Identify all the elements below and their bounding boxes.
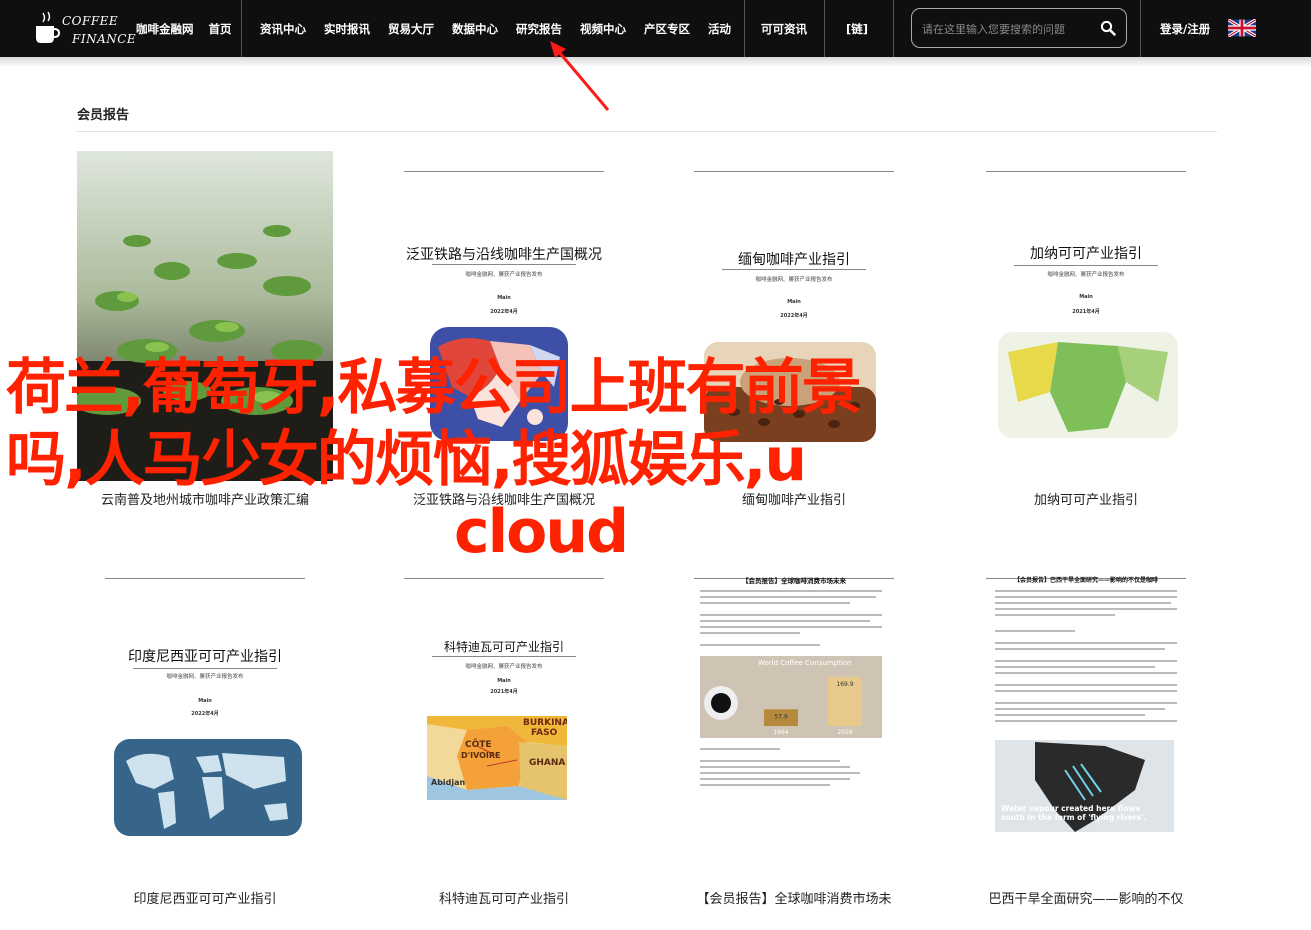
section-divider (77, 131, 1217, 132)
report-date: 2022年4月 (780, 313, 808, 319)
report-subtitle: 咖啡金融网、屡获产业报告发布 (166, 674, 244, 680)
nav-item-news[interactable]: 资讯中心 (260, 21, 306, 37)
logo-text-line2: FINANCE (72, 32, 137, 46)
uk-flag-icon[interactable] (1228, 19, 1256, 37)
overlay-line-1: 荷兰,葡萄牙,私募公司上班有前景 (6, 353, 862, 423)
map-label: Abidjan (431, 778, 466, 787)
nav-group-main: 资讯中心 实时报讯 贸易大厅 数据中心 研究报告 视频中心 产区专区 活动 (260, 0, 731, 57)
report-subtitle: 咖啡金融网、屡获产业报告发布 (1047, 272, 1125, 278)
nav-divider (824, 0, 825, 57)
doc-rule (1014, 265, 1158, 266)
report-org: Main (497, 295, 511, 301)
nav-item-trade-hall[interactable]: 贸易大厅 (388, 21, 434, 37)
report-card[interactable]: 科特迪瓦可可产业指引 咖啡金融网、屡获产业报告发布 Main 2021年4月 B… (376, 558, 632, 913)
nav-item-research-reports[interactable]: 研究报告 (516, 21, 562, 37)
report-caption[interactable]: 【会员报告】全球咖啡消费市场未 (666, 888, 922, 907)
map-caption: Water vapour created here flows south in… (1001, 804, 1147, 822)
search-icon[interactable] (1100, 20, 1116, 36)
report-card[interactable]: 【会员报告】全球咖啡消费市场未来 World Coffee Consumptio… (666, 558, 922, 913)
doc-rule (432, 656, 576, 657)
report-title: 泛亚铁路与沿线咖啡生产国概况 (406, 247, 602, 263)
chart-tick-label: 1964 (773, 729, 788, 736)
report-title: 加纳可可产业指引 (1030, 246, 1142, 262)
nav-group-cocoa: 可可资讯 (761, 0, 807, 57)
map-label: GHANA (529, 758, 566, 768)
report-subtitle: 咖啡金融网、屡获产业报告发布 (755, 277, 833, 283)
report-date: 2021年4月 (490, 689, 518, 695)
bar-group: 57.9 1964 169.9 2019 (764, 676, 862, 736)
search-box[interactable]: 请在这里输入您要搜索的问题 (911, 8, 1127, 48)
section-title: 会员报告 (77, 108, 130, 123)
report-card[interactable]: 印度尼西亚可可产业指引 咖啡金融网、屡获产业报告发布 Main 2022年4月 … (77, 558, 333, 913)
doc-header-line (404, 165, 604, 172)
nav-item-cocoa-news[interactable]: 可可资讯 (761, 21, 807, 37)
report-org: Main (787, 299, 801, 305)
report-title: 缅甸咖啡产业指引 (738, 252, 850, 268)
doc-header-line (105, 572, 305, 579)
overlay-headline: 荷兰,葡萄牙,私募公司上班有前景 吗,人马少女的烦恼,搜狐娱乐,u cloud (6, 352, 1206, 568)
cote-divoire-map-image: BURKINA FASO CÔTE D'IVOIRE GHANA Abidjan (427, 716, 567, 800)
chart-value-label: 169.9 (836, 681, 853, 688)
nav-item-live-reports[interactable]: 实时报讯 (324, 21, 370, 37)
nav-divider (241, 0, 242, 57)
nav-item-video-center[interactable]: 视频中心 (580, 21, 626, 37)
annotation-arrow (550, 41, 610, 111)
map-label: BURKINA (523, 718, 567, 728)
report-date: 2021年4月 (1072, 309, 1100, 315)
report-caption[interactable]: 巴西干旱全面研究——影响的不仅 (958, 888, 1214, 907)
south-america-map-image: Water vapour created here flows south in… (995, 740, 1174, 832)
doc-rule (133, 668, 277, 669)
report-title: 印度尼西亚可可产业指引 (128, 649, 282, 665)
world-map-image (114, 739, 302, 836)
doc-rule (722, 269, 866, 270)
doc-header-line (694, 165, 894, 172)
site-logo[interactable]: COFFEE FINANCE (34, 8, 136, 50)
map-label: FASO (531, 728, 558, 738)
doc-header-line (404, 572, 604, 579)
header-shadow (0, 57, 1311, 67)
report-card[interactable]: 【会员报告】巴西干旱全面研究——影响的不仅是咖啡 Water vapour cr… (958, 558, 1214, 913)
consumption-chart: World Coffee Consumption 57.9 1964 169.9 20… (700, 656, 882, 738)
report-title: 【会员报告】全球咖啡消费市场未来 (742, 577, 846, 585)
report-org: Main (1079, 294, 1093, 300)
report-caption[interactable]: 印度尼西亚可可产业指引 (77, 888, 333, 907)
report-subtitle: 咖啡金融网、屡获产业报告发布 (465, 664, 543, 670)
overlay-line-2: 吗,人马少女的烦恼,搜狐娱乐,u (6, 425, 807, 495)
report-subtitle: 咖啡金融网、屡获产业报告发布 (465, 272, 543, 278)
report-caption[interactable]: 科特迪瓦可可产业指引 (376, 888, 632, 907)
report-org: Main (198, 698, 212, 704)
chart-value-label: 57.9 (774, 713, 788, 720)
doc-rule (432, 264, 576, 265)
top-navigation-bar: COFFEE FINANCE 咖啡金融网 首页 资讯中心 实时报讯 贸易大厅 数… (0, 0, 1311, 57)
nav-group-chain: [链] (846, 0, 868, 57)
nav-item-coffee-finance[interactable]: 咖啡金融网 (136, 21, 194, 37)
report-org: Main (497, 678, 511, 684)
nav-item-chain[interactable]: [链] (846, 21, 868, 37)
coffee-cup-icon (36, 11, 60, 43)
logo-text-line1: COFFEE (62, 14, 119, 28)
map-label: CÔTE (465, 740, 492, 750)
nav-divider (893, 0, 894, 57)
nav-group-primary: 咖啡金融网 首页 (136, 0, 232, 57)
overlay-line-3: cloud (454, 497, 629, 567)
login-register-link[interactable]: 登录/注册 (1160, 21, 1210, 37)
doc-header-line (986, 165, 1186, 172)
nav-item-data-center[interactable]: 数据中心 (452, 21, 498, 37)
search-input[interactable]: 请在这里输入您要搜索的问题 (922, 21, 1065, 37)
nav-divider (1140, 0, 1141, 57)
report-title: 科特迪瓦可可产业指引 (443, 640, 564, 654)
report-date: 2022年4月 (191, 711, 219, 717)
chart-tick-label: 2019 (837, 729, 852, 736)
nav-item-home[interactable]: 首页 (209, 21, 232, 37)
report-title: 【会员报告】巴西干旱全面研究——影响的不仅是咖啡 (1013, 577, 1158, 584)
nav-divider (744, 0, 745, 57)
report-date: 2022年4月 (490, 309, 518, 315)
map-label: D'IVOIRE (461, 751, 501, 760)
nav-item-events[interactable]: 活动 (708, 21, 731, 37)
nav-item-origin-zone[interactable]: 产区专区 (644, 21, 690, 37)
